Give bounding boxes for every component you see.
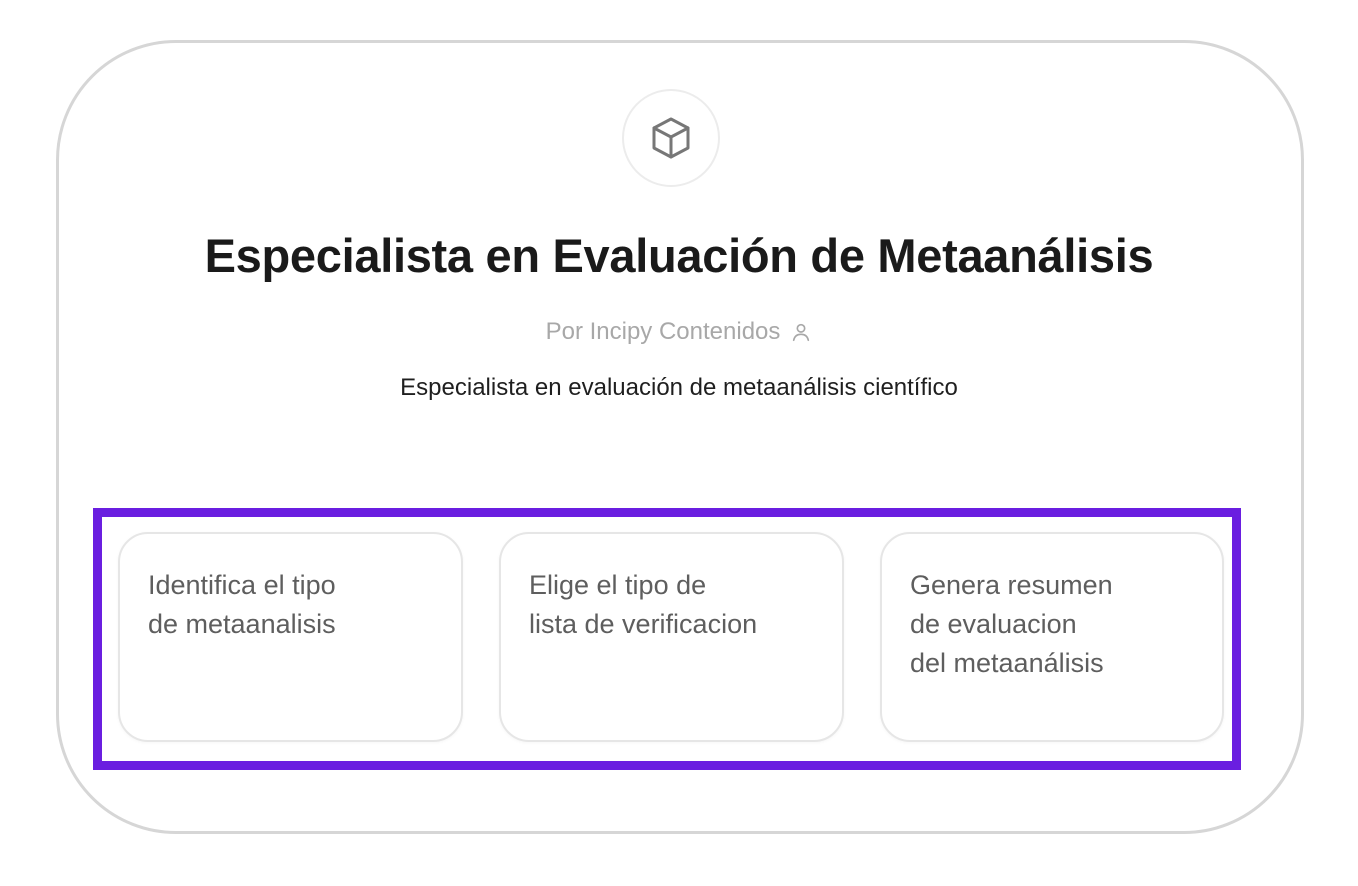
gpt-avatar [622,89,720,187]
starter-card-label: Elige el tipo de lista de verificacion [529,570,758,639]
starter-card-choose-checklist[interactable]: Elige el tipo de lista de verificacion [499,532,844,742]
starter-card-identify-type[interactable]: Identifica el tipo de metaanalisis [118,532,463,742]
gpt-description: Especialista en evaluación de metaanális… [400,374,958,401]
cube-icon [652,117,690,159]
starter-card-label: Identifica el tipo de metaanalisis [148,570,336,639]
user-icon [793,323,810,342]
author-label: Por Incipy Contenidos [545,318,781,345]
starter-card-label: Genera resumen de evaluacion del metaaná… [910,570,1113,678]
gpt-title: Especialista en Evaluación de Metaanális… [204,229,1154,282]
starter-card-generate-summary[interactable]: Genera resumen de evaluacion del metaaná… [880,532,1224,742]
gpt-author[interactable]: Por Incipy Contenidos [0,318,1358,346]
